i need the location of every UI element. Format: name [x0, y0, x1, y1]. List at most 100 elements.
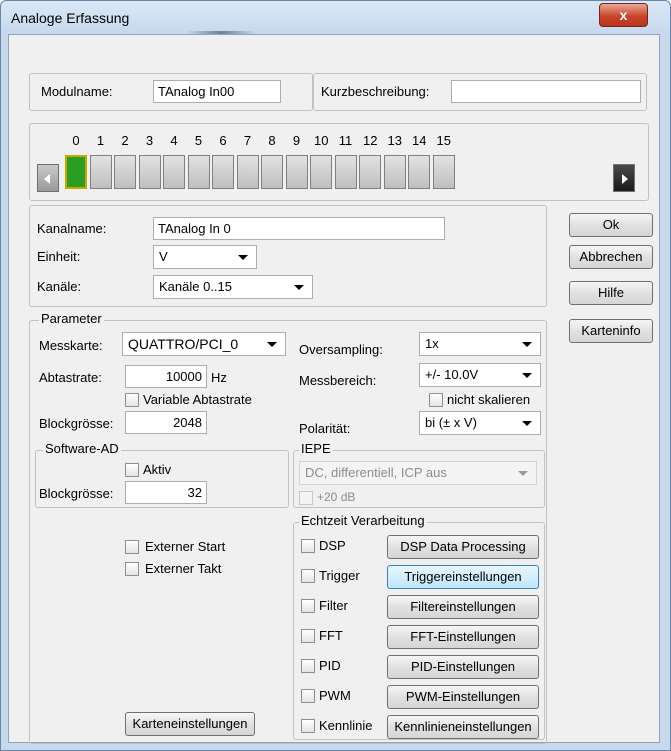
ok-button[interactable]: Ok [569, 213, 653, 237]
channel-box[interactable] [310, 155, 332, 189]
variable-rate-label: Variable Abtastrate [143, 392, 252, 407]
cancel-button[interactable]: Abbrechen [569, 245, 653, 269]
channel-box[interactable] [114, 155, 136, 189]
channel-number-label: 1 [96, 133, 105, 148]
channel-number-label: 6 [219, 133, 227, 148]
external-clock-label: Externer Takt [145, 561, 222, 576]
channel-next-button[interactable] [613, 164, 635, 192]
channel-box[interactable] [285, 155, 308, 189]
channel-number-label: 15 [436, 133, 451, 148]
realtime-checkbox[interactable] [301, 659, 315, 673]
realtime-settings-button[interactable]: FFT-Einstellungen [387, 625, 539, 649]
realtime-settings-button[interactable]: DSP Data Processing [387, 535, 539, 559]
realtime-checkbox[interactable] [301, 719, 315, 733]
software-ad-active-label: Aktiv [143, 462, 172, 477]
parameter-legend: Parameter [39, 311, 104, 326]
module-desc-input[interactable] [451, 80, 641, 103]
realtime-settings-button[interactable]: Filtereinstellungen [387, 595, 539, 619]
oversampling-select[interactable]: 1x [419, 332, 541, 356]
channel-box[interactable] [138, 155, 161, 189]
realtime-checkbox[interactable] [301, 539, 315, 553]
oversampling-label: Oversampling: [299, 342, 383, 357]
unit-select[interactable]: V [153, 245, 257, 269]
external-start-checkbox[interactable] [125, 540, 139, 554]
card-select[interactable]: QUATTRO/PCI_0 [122, 332, 286, 356]
channel-box[interactable] [383, 155, 406, 189]
rate-input[interactable]: 10000 [125, 365, 207, 388]
card-settings-button[interactable]: Karteneinstellungen [125, 712, 255, 736]
rate-unit-label: Hz [211, 370, 227, 385]
realtime-checkbox[interactable] [301, 599, 315, 613]
module-name-label: Modulname: [41, 84, 113, 99]
realtime-checkbox[interactable] [301, 569, 315, 583]
realtime-settings-button[interactable]: PWM-Einstellungen [387, 685, 539, 709]
channels-select[interactable]: Kanäle 0..15 [153, 275, 313, 299]
no-scale-checkbox[interactable] [429, 393, 443, 407]
polarity-select-value: bi (± x V) [425, 415, 477, 430]
channel-name-label: Kanalname: [37, 221, 107, 236]
iepe-mode-select[interactable]: DC, differentiell, ICP aus [299, 461, 537, 485]
channel-box[interactable] [89, 155, 112, 189]
range-label: Messbereich: [299, 373, 377, 388]
card-info-button[interactable]: Karteninfo [569, 319, 653, 343]
channel-box[interactable] [408, 155, 430, 189]
channel-name-input[interactable]: TAnalog In 0 [153, 217, 445, 240]
channel-box[interactable] [359, 155, 381, 189]
channel-prev-button[interactable] [37, 164, 59, 192]
external-start-label: Externer Start [145, 539, 226, 554]
iepe-db-label: +20 dB [317, 490, 356, 504]
unit-select-value: V [159, 249, 168, 264]
chevron-down-icon [518, 471, 528, 476]
block-size-input[interactable]: 2048 [125, 411, 207, 434]
range-select[interactable]: +/- 10.0V [419, 363, 541, 387]
card-label: Messkarte: [39, 338, 103, 353]
channel-box[interactable] [236, 155, 259, 189]
realtime-checkbox[interactable] [301, 689, 315, 703]
software-ad-active-checkbox[interactable] [125, 463, 139, 477]
realtime-check-label: DSP [319, 538, 346, 553]
realtime-check-label: PID [319, 658, 341, 673]
chevron-down-icon [522, 342, 532, 347]
channel-box[interactable] [163, 155, 185, 189]
realtime-check-label: PWM [319, 688, 351, 703]
channels-select-value: Kanäle 0..15 [159, 279, 233, 294]
software-ad-block-input[interactable]: 32 [125, 481, 207, 504]
software-ad-block-label: Blockgrösse: [39, 486, 114, 501]
iepe-db-checkbox[interactable] [299, 491, 313, 505]
external-clock-checkbox[interactable] [125, 562, 139, 576]
channel-number-label: 2 [121, 133, 129, 148]
channel-number-label: 0 [72, 133, 80, 148]
card-select-value: QUATTRO/PCI_0 [128, 336, 239, 352]
channel-number-label: 14 [412, 133, 427, 148]
module-name-input[interactable]: TAnalog In00 [153, 80, 281, 103]
realtime-check-label: Kennlinie [319, 718, 373, 733]
channel-box[interactable] [334, 155, 357, 189]
range-select-value: +/- 10.0V [425, 367, 479, 382]
no-scale-label: nicht skalieren [447, 392, 531, 407]
polarity-select[interactable]: bi (± x V) [419, 411, 541, 435]
dialog-client: Modulname: TAnalog In00 Kurzbeschreibung… [8, 34, 660, 744]
channel-number-label: 13 [387, 133, 402, 148]
channel-box[interactable] [261, 155, 283, 189]
realtime-settings-button[interactable]: Kennlinieneinstellungen [387, 715, 539, 739]
oversampling-select-value: 1x [425, 336, 439, 351]
variable-rate-checkbox[interactable] [125, 393, 139, 407]
chevron-down-icon [267, 342, 277, 347]
chevron-down-icon [522, 373, 532, 378]
realtime-settings-button[interactable]: PID-Einstellungen [387, 655, 539, 679]
rate-label: Abtastrate: [39, 370, 102, 385]
window-title: Analoge Erfassung [11, 10, 130, 26]
help-button[interactable]: Hilfe [569, 281, 653, 305]
iepe-mode-select-value: DC, differentiell, ICP aus [305, 465, 447, 480]
chevron-down-icon [522, 421, 532, 426]
iepe-legend: IEPE [299, 441, 333, 456]
channel-box[interactable] [432, 155, 455, 189]
realtime-settings-button[interactable]: Triggereinstellungen [387, 565, 539, 589]
realtime-checkbox[interactable] [301, 629, 315, 643]
unit-label: Einheit: [37, 249, 81, 264]
channel-box[interactable] [65, 155, 87, 189]
title-bar[interactable]: Analoge Erfassung x [1, 1, 670, 35]
channel-box[interactable] [212, 155, 234, 189]
close-button[interactable]: x [599, 3, 648, 27]
channel-box[interactable] [187, 155, 210, 189]
